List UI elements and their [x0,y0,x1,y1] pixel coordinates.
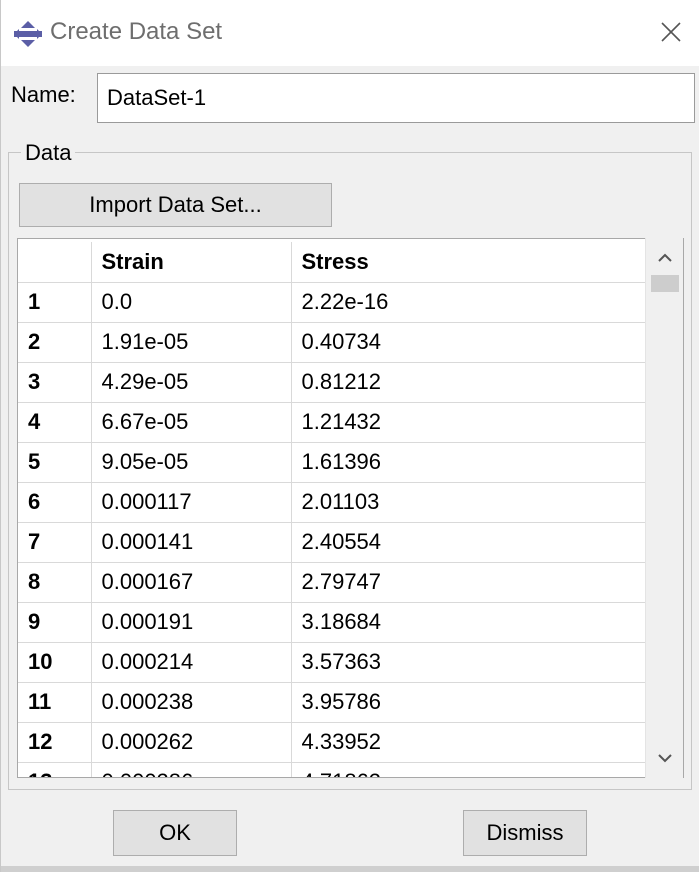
stress-cell[interactable]: 3.95786 [291,682,646,723]
table-row: 130.0002864.71862 [18,762,646,777]
strain-cell[interactable]: 0.000117 [91,482,292,523]
title-bar: Create Data Set [1,0,699,66]
strain-cell[interactable]: 6.67e-05 [91,402,292,443]
name-field[interactable] [97,73,695,123]
stress-cell[interactable]: 1.21432 [291,402,646,443]
row-number-cell: 8 [18,562,92,603]
strain-cell[interactable]: 0.000191 [91,602,292,643]
row-number-cell: 5 [18,442,92,483]
window-bottom-strip [1,866,699,872]
stress-cell[interactable]: 2.40554 [291,522,646,563]
table-header-row: Strain Stress [18,242,646,283]
table-row: 6 0.000117 2.01103 [18,482,646,523]
row-number-cell: 9 [18,602,92,643]
row-number-cell: 6 [18,482,92,523]
table-row: 12 0.000262 4.33952 [18,722,646,763]
strain-cell[interactable]: 0.000238 [91,682,292,723]
stress-cell[interactable]: 0.81212 [291,362,646,403]
table-row: 5 9.05e-05 1.61396 [18,442,646,483]
row-number-cell: 12 [18,722,92,763]
stress-cell[interactable]: 4.71862 [291,762,646,777]
name-label: Name: [11,82,76,107]
stress-cell[interactable]: 1.61396 [291,442,646,483]
row-number-cell: 11 [18,682,92,723]
table-row: 2 1.91e-05 0.40734 [18,322,646,363]
chevron-up-icon [657,250,673,268]
scroll-thumb[interactable] [651,275,679,292]
table-row: 10 0.000214 3.57363 [18,642,646,683]
dialog-title: Create Data Set [50,18,223,45]
row-number-cell: 10 [18,642,92,683]
strain-cell[interactable]: 9.05e-05 [91,442,292,483]
table-row: 4 6.67e-05 1.21432 [18,402,646,443]
table-row: 3 4.29e-05 0.81212 [18,362,646,403]
table-row: 8 0.000167 2.79747 [18,562,646,603]
table-row: 9 0.000191 3.18684 [18,602,646,643]
row-number-cell: 13 [18,762,92,777]
ok-button[interactable]: OK [113,810,237,856]
stress-cell[interactable]: 3.18684 [291,602,646,643]
scroll-down-button[interactable] [646,746,684,772]
close-icon [660,21,682,48]
scroll-up-button[interactable] [646,246,684,272]
abaqus-dataset-icon [13,20,43,48]
chevron-down-icon [657,750,673,768]
stress-cell[interactable]: 3.57363 [291,642,646,683]
strain-cell[interactable]: 0.000262 [91,722,292,763]
vertical-scrollbar[interactable] [645,238,683,778]
row-number-cell: 7 [18,522,92,563]
strain-column-header[interactable]: Strain [91,242,292,283]
row-number-header [18,242,92,283]
strain-cell[interactable]: 4.29e-05 [91,362,292,403]
strain-cell[interactable]: 0.0 [91,282,292,323]
table-row: 1 0.0 2.22e-16 [18,282,646,323]
table-row: 7 0.000141 2.40554 [18,522,646,563]
stress-cell[interactable]: 2.22e-16 [291,282,646,323]
stress-column-header[interactable]: Stress [291,242,646,283]
strain-cell[interactable]: 0.000286 [91,762,292,777]
data-table-container: Strain Stress 1 0.0 2.22e-16 2 1.91e-05 0.407… [17,238,684,778]
row-number-cell: 3 [18,362,92,403]
row-number-cell: 2 [18,322,92,363]
import-data-set-button[interactable]: Import Data Set... [19,183,332,227]
strain-cell[interactable]: 1.91e-05 [91,322,292,363]
row-number-cell: 1 [18,282,92,323]
data-group-label: Data [21,140,76,166]
data-table: Strain Stress 1 0.0 2.22e-16 2 1.91e-05 0.407… [18,242,646,777]
table-row: 11 0.000238 3.95786 [18,682,646,723]
dismiss-button[interactable]: Dismiss [463,810,587,856]
close-button[interactable] [651,14,691,54]
strain-cell[interactable]: 0.000214 [91,642,292,683]
row-number-cell: 4 [18,402,92,443]
stress-cell[interactable]: 2.79747 [291,562,646,603]
strain-cell[interactable]: 0.000141 [91,522,292,563]
stress-cell[interactable]: 4.33952 [291,722,646,763]
stress-cell[interactable]: 2.01103 [291,482,646,523]
stress-cell[interactable]: 0.40734 [291,322,646,363]
strain-cell[interactable]: 0.000167 [91,562,292,603]
create-data-set-dialog: Create Data Set Name: Data Import Data S… [0,0,699,872]
